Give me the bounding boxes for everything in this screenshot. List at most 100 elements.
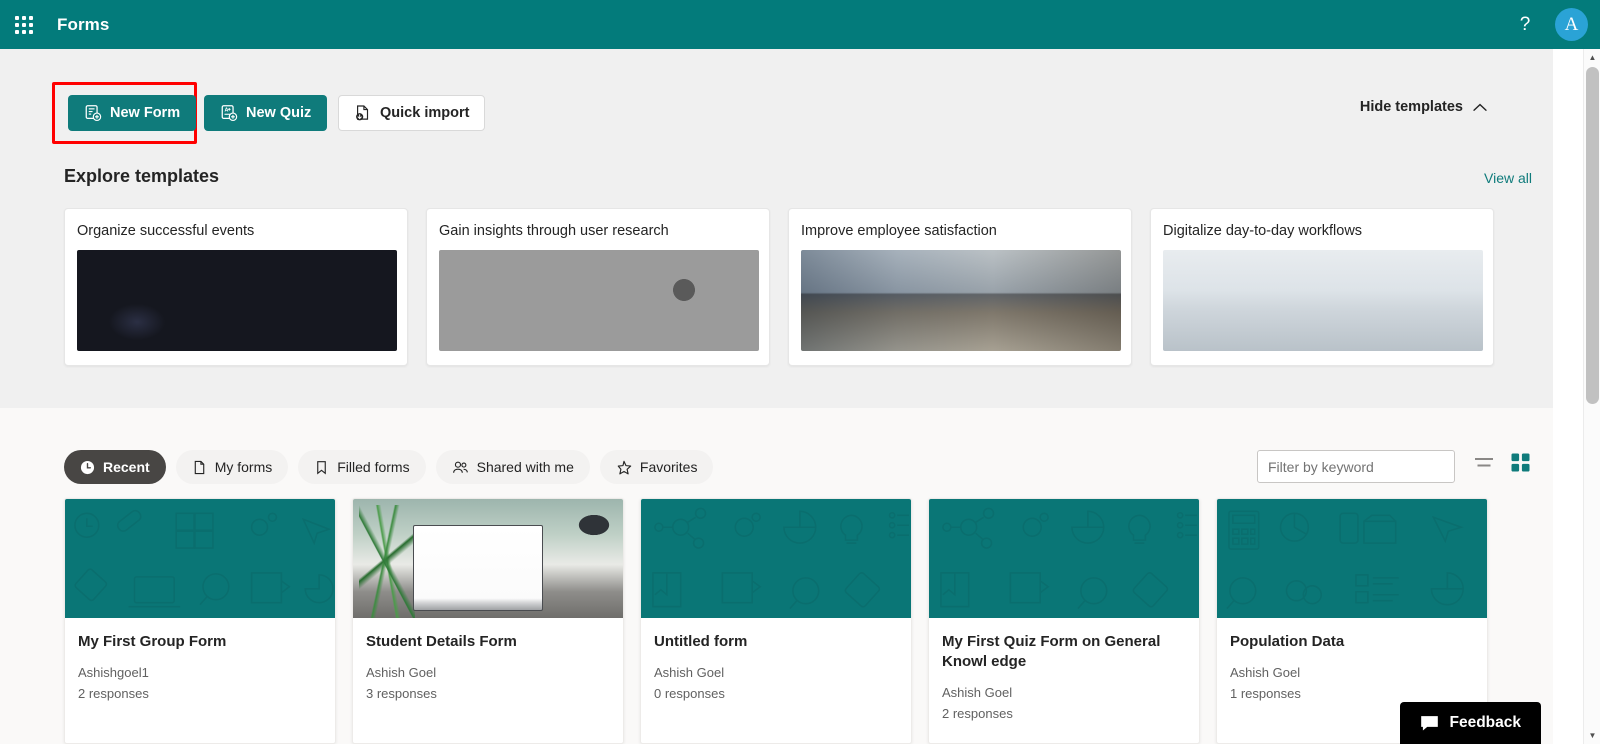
form-pattern-icon: [74, 509, 334, 608]
filter-tab-favorites[interactable]: Favorites: [599, 450, 714, 484]
template-card-title: Digitalize day-to-day workflows: [1163, 223, 1363, 239]
feedback-label: Feedback: [1449, 714, 1521, 731]
form-pattern-icon: [652, 507, 910, 610]
template-card[interactable]: Improve employee satisfaction: [788, 208, 1132, 366]
scroll-up-arrow[interactable]: ▲: [1584, 49, 1600, 66]
suite-header: Forms ? A: [0, 0, 1600, 49]
document-icon: [194, 460, 204, 474]
form-card-thumbnail: [1217, 499, 1487, 618]
quick-import-button[interactable]: Quick import: [338, 95, 486, 131]
hide-templates-label: Hide templates: [1359, 99, 1463, 115]
template-card[interactable]: Digitalize day-to-day workflows: [1150, 208, 1494, 366]
form-card-owner: Ashish Goel: [1230, 665, 1301, 680]
vertical-scrollbar[interactable]: ▲ ▼: [1583, 49, 1600, 744]
form-card-title: Untitled form: [654, 633, 748, 650]
view-toggle-group: [1474, 453, 1530, 472]
people-icon: [452, 461, 468, 473]
feedback-button[interactable]: Feedback: [1400, 702, 1541, 744]
star-icon: [617, 460, 632, 474]
form-card-responses: 3 responses: [366, 686, 437, 701]
clock-icon: [80, 460, 95, 474]
template-card-title: Gain insights through user research: [439, 223, 669, 239]
new-quiz-icon: A: [221, 105, 238, 122]
form-card-owner: Ashish Goel: [942, 685, 1013, 700]
form-filter-tabs: Recent My forms Filled forms Shared with…: [64, 450, 714, 484]
form-card-thumbnail: [353, 499, 623, 618]
template-card-title: Improve employee satisfaction: [801, 223, 997, 239]
template-card-image: [77, 250, 397, 351]
template-card-row: Organize successful events Gain insights…: [64, 208, 1494, 366]
form-card[interactable]: My First Group Form Ashishgoel1 2 respon…: [64, 498, 336, 744]
form-card-owner: Ashish Goel: [654, 665, 725, 680]
form-card-responses: 0 responses: [654, 686, 725, 701]
grid-view-icon: [1511, 453, 1530, 472]
form-pattern-icon: [1226, 510, 1464, 610]
filter-tab-shared-with-me[interactable]: Shared with me: [435, 450, 590, 484]
search-input[interactable]: [1257, 450, 1455, 483]
filter-tab-label: Shared with me: [476, 459, 574, 475]
form-card-thumbnail: [65, 499, 335, 618]
form-card-owner: Ashishgoel1: [78, 665, 149, 680]
explore-templates-heading: Explore templates: [64, 166, 220, 186]
filter-tab-my-forms[interactable]: My forms: [175, 450, 289, 484]
chevron-up-icon: [1473, 103, 1487, 111]
form-card[interactable]: Untitled form Ashish Goel 0 responses: [640, 498, 912, 744]
template-card[interactable]: Gain insights through user research: [426, 208, 770, 366]
template-card-image: [801, 250, 1121, 351]
avatar-initial: A: [1564, 13, 1579, 35]
form-card-title: Student Details Form: [366, 633, 517, 650]
form-card-owner: Ashish Goel: [366, 665, 437, 680]
form-card-body: My First Group Form Ashishgoel1 2 respon…: [65, 618, 335, 701]
list-view-icon: [1475, 458, 1493, 467]
template-card-image: [1163, 250, 1483, 351]
svg-text:A: A: [225, 108, 229, 114]
grid-view-button[interactable]: [1511, 453, 1530, 472]
list-view-button[interactable]: [1474, 455, 1494, 470]
app-launcher-button[interactable]: [0, 0, 48, 49]
form-card-thumbnail: [929, 499, 1199, 618]
form-card-body: Population Data Ashish Goel 1 responses: [1217, 618, 1487, 701]
form-card[interactable]: My First Quiz Form on General Knowl edge…: [928, 498, 1200, 744]
form-card-responses: 2 responses: [78, 686, 149, 701]
filter-tab-label: My forms: [214, 459, 273, 475]
template-card-title: Organize successful events: [77, 223, 255, 239]
chat-icon: [1421, 715, 1439, 730]
bookmark-icon: [317, 460, 327, 474]
scroll-down-arrow[interactable]: ▼: [1584, 727, 1600, 744]
avatar[interactable]: A: [1555, 8, 1588, 41]
forms-toolbar: New Form A New Quiz Quick import Hide te…: [0, 82, 1553, 144]
filter-tab-label: Favorites: [639, 459, 698, 475]
quick-import-icon: [356, 105, 369, 121]
form-card-body: My First Quiz Form on General Knowl edge…: [929, 618, 1199, 721]
form-card-body: Untitled form Ashish Goel 0 responses: [641, 618, 911, 701]
form-card-responses: 2 responses: [942, 706, 1013, 721]
form-card-row: My First Group Form Ashishgoel1 2 respon…: [64, 498, 1488, 744]
template-card[interactable]: Organize successful events: [64, 208, 408, 366]
scrollbar-thumb[interactable]: [1586, 67, 1599, 404]
suite-header-actions: ? A: [1505, 5, 1600, 45]
template-card-image: [439, 250, 759, 351]
lamp-decor: [571, 509, 617, 549]
new-quiz-button[interactable]: A New Quiz: [204, 95, 328, 131]
form-card-title: My First Quiz Form on General Knowl edge: [942, 633, 1161, 670]
waffle-icon: [15, 15, 33, 34]
question-mark-icon: ?: [1519, 13, 1531, 35]
view-all-templates-link[interactable]: View all: [1484, 170, 1532, 186]
quick-import-label: Quick import: [380, 105, 470, 121]
form-card-responses: 1 responses: [1230, 686, 1301, 701]
new-form-icon: [85, 105, 102, 122]
hide-templates-button[interactable]: Hide templates: [1360, 99, 1487, 115]
help-button[interactable]: ?: [1505, 5, 1545, 45]
filter-tab-recent[interactable]: Recent: [64, 450, 166, 484]
laptop-decor: [413, 525, 543, 611]
filter-tab-label: Recent: [103, 459, 150, 475]
filter-tab-filled-forms[interactable]: Filled forms: [298, 450, 426, 484]
new-form-button[interactable]: New Form: [68, 95, 197, 131]
app-title: Forms: [57, 14, 110, 34]
plant-decor: [359, 505, 415, 618]
new-form-label: New Form: [110, 105, 181, 121]
form-card-title: Population Data: [1230, 633, 1345, 650]
form-card-thumbnail: [641, 499, 911, 618]
form-card[interactable]: Student Details Form Ashish Goel 3 respo…: [352, 498, 624, 744]
filter-tab-label: Filled forms: [337, 459, 410, 475]
